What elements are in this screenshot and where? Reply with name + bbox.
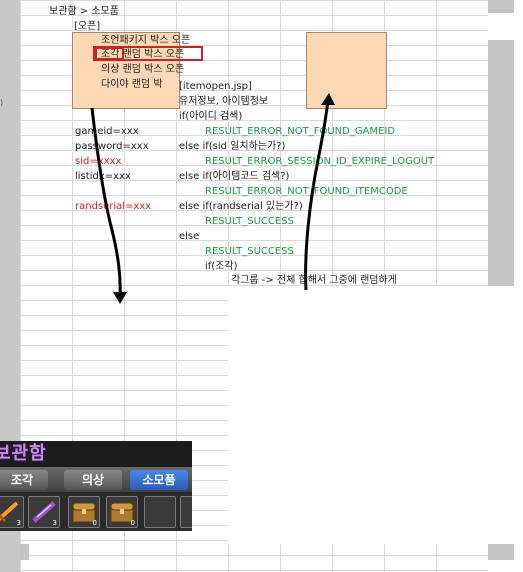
tab-consumables[interactable]: 소모품 bbox=[130, 470, 188, 490]
slot-item-3[interactable]: 0 bbox=[68, 496, 100, 528]
tab-costume[interactable]: 의상 bbox=[64, 470, 122, 490]
arrow-down-head bbox=[113, 292, 127, 304]
slot-count: 0 bbox=[92, 519, 97, 527]
slot-item-4[interactable]: 0 bbox=[106, 496, 138, 528]
game-inventory-panel: 보관함 조각 의상 소모품 3 3 0 0 bbox=[0, 441, 192, 531]
slot-count: 0 bbox=[130, 519, 135, 527]
slot-empty[interactable] bbox=[144, 496, 176, 528]
slot-count: 3 bbox=[52, 519, 57, 527]
inventory-title: 보관함 bbox=[0, 443, 47, 464]
slot-item-2[interactable]: 3 bbox=[28, 496, 60, 528]
slot-count: 3 bbox=[16, 519, 21, 527]
arrow-up-line bbox=[304, 99, 330, 291]
arrow-down-line bbox=[90, 107, 122, 299]
arrow-up-head bbox=[321, 93, 335, 105]
tab-piece[interactable]: 조각 bbox=[0, 470, 48, 490]
slot-item-1[interactable]: 3 bbox=[0, 496, 24, 528]
slot-empty[interactable] bbox=[180, 496, 192, 528]
